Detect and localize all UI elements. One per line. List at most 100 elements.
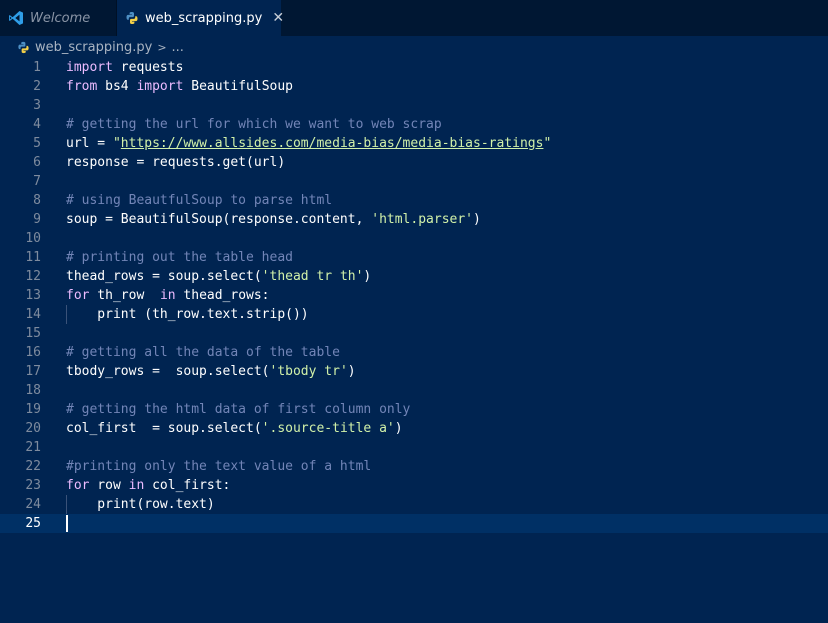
tab-web-scrapping[interactable]: web_scrapping.py ✕ xyxy=(117,0,284,36)
code-text: soup = BeautifulSoup(response.content, '… xyxy=(66,210,481,229)
code-line[interactable]: 2 from bs4 import BeautifulSoup xyxy=(0,77,828,96)
code-line[interactable]: 21 xyxy=(0,438,828,457)
code-line[interactable]: 3 xyxy=(0,96,828,115)
code-line[interactable]: 14 print (th_row.text.strip()) xyxy=(0,305,828,324)
code-line[interactable]: 8 # using BeautfulSoup to parse html xyxy=(0,191,828,210)
code-text: # getting the url for which we want to w… xyxy=(66,115,442,134)
code-line[interactable]: 1 import requests xyxy=(0,58,828,77)
line-number: 9 xyxy=(33,212,41,227)
code-token: ) xyxy=(363,269,372,284)
code-token: response = requests.get(url) xyxy=(66,155,286,170)
close-icon[interactable]: ✕ xyxy=(272,10,284,26)
comment-token: # getting the url for which we want to w… xyxy=(66,117,442,132)
keyword-token: in xyxy=(159,288,176,303)
string-token: " xyxy=(112,136,121,151)
line-number: 22 xyxy=(25,459,41,474)
code-token: th_row xyxy=(89,288,160,303)
line-number: 16 xyxy=(25,345,41,360)
code-text: for th_row in thead_rows: xyxy=(66,286,270,305)
chevron-right-icon: > xyxy=(157,40,167,54)
code-line[interactable]: 5 url = "https://www.allsides.com/media-b… xyxy=(0,134,828,153)
keyword-token: from xyxy=(66,79,98,94)
code-line[interactable]: 19 # getting the html data of first colum… xyxy=(0,400,828,419)
code-token: BeautifulSoup xyxy=(183,79,293,94)
code-token: print(row.text) xyxy=(66,497,215,512)
line-number: 6 xyxy=(33,155,41,170)
tab-welcome[interactable]: Welcome xyxy=(0,0,117,36)
keyword-token: import xyxy=(136,79,184,94)
code-text: import requests xyxy=(66,58,183,77)
line-number: 2 xyxy=(33,79,41,94)
tab-label: web_scrapping.py xyxy=(145,10,263,26)
tab-bar: Welcome web_scrapping.py ✕ xyxy=(0,0,828,36)
code-token: url = xyxy=(66,136,113,151)
code-editor[interactable]: 1 import requests 2 from bs4 import Beautif… xyxy=(0,58,828,623)
code-line[interactable]: 24 print(row.text) xyxy=(0,495,828,514)
code-line[interactable]: 12 thead_rows = soup.select('thead tr th'… xyxy=(0,267,828,286)
vscode-icon xyxy=(8,10,24,26)
code-text: # getting the html data of first column … xyxy=(66,400,410,419)
text-cursor xyxy=(66,515,68,532)
code-text: # printing out the table head xyxy=(66,248,293,267)
line-number: 13 xyxy=(25,288,41,303)
code-line[interactable]: 18 xyxy=(0,381,828,400)
tab-label: Welcome xyxy=(30,10,91,26)
code-text: for row in col_first: xyxy=(66,476,230,495)
breadcrumb-more[interactable]: ... xyxy=(172,40,184,55)
code-line[interactable]: 10 xyxy=(0,229,828,248)
code-line[interactable]: 4 # getting the url for which we want to … xyxy=(0,115,828,134)
code-line[interactable]: 17 tbody_rows = soup.select('tbody tr') xyxy=(0,362,828,381)
code-line[interactable]: 25 xyxy=(0,514,828,533)
code-line[interactable]: 13 for th_row in thead_rows: xyxy=(0,286,828,305)
line-number: 1 xyxy=(33,60,41,75)
comment-token: # getting the html data of first column … xyxy=(66,402,411,417)
code-token: bs4 xyxy=(97,79,137,94)
line-number: 10 xyxy=(25,231,41,246)
python-icon xyxy=(17,41,30,54)
line-number: 21 xyxy=(25,440,41,455)
code-line[interactable]: 20 col_first = soup.select('.source-title… xyxy=(0,419,828,438)
line-number: 24 xyxy=(25,497,41,512)
code-token: thead_rows: xyxy=(175,288,270,303)
code-text: response = requests.get(url) xyxy=(66,153,285,172)
comment-token: # printing out the table head xyxy=(66,250,293,265)
string-token: 'tbody tr' xyxy=(269,364,348,379)
line-number: 15 xyxy=(25,326,41,341)
code-token: ) xyxy=(394,421,403,436)
string-token: '.source-title a' xyxy=(261,421,395,436)
line-number: 11 xyxy=(25,250,41,265)
code-line[interactable]: 15 xyxy=(0,324,828,343)
line-number: 23 xyxy=(25,478,41,493)
string-token: " xyxy=(543,136,552,151)
code-token: thead_rows = soup.select( xyxy=(66,269,262,284)
code-line[interactable]: 9 soup = BeautifulSoup(response.content, … xyxy=(0,210,828,229)
line-number: 25 xyxy=(25,516,41,531)
code-line[interactable]: 6 response = requests.get(url) xyxy=(0,153,828,172)
breadcrumb-file[interactable]: web_scrapping.py xyxy=(35,40,152,55)
code-text: print (th_row.text.strip()) xyxy=(66,305,308,324)
line-number: 8 xyxy=(33,193,41,208)
code-token: col_first: xyxy=(144,478,231,493)
line-number: 19 xyxy=(25,402,41,417)
code-line[interactable]: 22 #printing only the text value of a htm… xyxy=(0,457,828,476)
line-number: 3 xyxy=(33,98,41,113)
code-line[interactable]: 11 # printing out the table head xyxy=(0,248,828,267)
url-link[interactable]: https://www.allsides.com/media-bias/medi… xyxy=(121,136,544,151)
breadcrumb: web_scrapping.py > ... xyxy=(17,37,184,57)
line-number: 12 xyxy=(25,269,41,284)
code-text: url = "https://www.allsides.com/media-bi… xyxy=(66,134,551,153)
line-number: 20 xyxy=(25,421,41,436)
code-token: requests xyxy=(112,60,184,75)
code-text: col_first = soup.select('.source-title a… xyxy=(66,419,403,438)
code-text: #printing only the text value of a html xyxy=(66,457,371,476)
code-token: col_first = soup.select( xyxy=(66,421,262,436)
code-line[interactable]: 16 # getting all the data of the table xyxy=(0,343,828,362)
code-line[interactable]: 7 xyxy=(0,172,828,191)
code-text: print(row.text) xyxy=(66,495,215,514)
keyword-token: for xyxy=(66,288,90,303)
string-token: 'thead tr th' xyxy=(261,269,364,284)
code-text: thead_rows = soup.select('thead tr th') xyxy=(66,267,371,286)
string-token: 'html.parser' xyxy=(371,212,473,227)
code-line[interactable]: 23 for row in col_first: xyxy=(0,476,828,495)
code-token: ) xyxy=(473,212,481,227)
